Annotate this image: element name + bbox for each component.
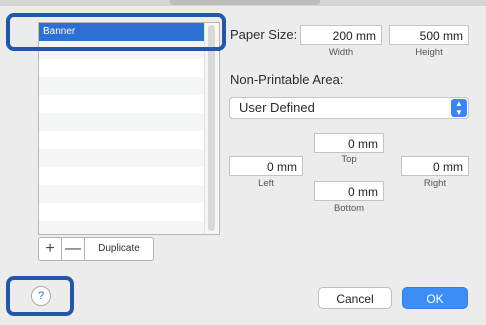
top-margin-field[interactable]: 0 mm [314,133,384,153]
list-item[interactable] [39,221,219,234]
bottom-margin-field[interactable]: 0 mm [314,181,384,201]
non-printable-area-value: User Defined [239,100,315,115]
paper-size-list[interactable]: Banner [38,22,220,235]
list-item[interactable] [39,185,219,203]
highlight-callout-help [6,276,74,316]
scrollbar-thumb[interactable] [208,25,215,231]
highlight-callout-list [6,13,226,51]
list-item[interactable] [39,167,219,185]
list-item[interactable] [39,203,219,221]
list-item[interactable] [39,131,219,149]
list-scrollbar[interactable] [204,23,219,234]
paper-width-label: Width [328,47,354,58]
list-item[interactable] [39,95,219,113]
window-top-edge [0,0,486,6]
add-size-button[interactable]: + [39,238,62,260]
list-item[interactable] [39,59,219,77]
left-margin-label: Left [258,178,274,189]
list-item[interactable] [39,113,219,131]
non-printable-area-select[interactable]: User Defined ▲ ▼ [229,97,469,119]
cancel-button[interactable]: Cancel [318,287,392,309]
top-margin-label: Top [341,154,357,165]
paper-height-label: Height [415,47,443,58]
left-margin-field[interactable]: 0 mm [229,156,303,176]
bottom-margin-label: Bottom [333,203,365,214]
list-item[interactable] [39,77,219,95]
custom-paper-sizes-dialog: Banner + — Duplicate Paper Size: 200 mm … [0,0,486,325]
up-down-chevron-icon: ▲ ▼ [451,99,467,117]
paper-height-field[interactable]: 500 mm [389,25,469,45]
right-margin-label: Right [423,178,447,189]
list-actions: + — Duplicate [38,237,154,261]
right-margin-field[interactable]: 0 mm [401,156,469,176]
remove-size-button[interactable]: — [62,238,85,260]
list-item[interactable] [39,149,219,167]
paper-size-label: Paper Size: [230,27,298,42]
paper-width-field[interactable]: 200 mm [300,25,382,45]
ok-button[interactable]: OK [402,287,468,309]
non-printable-area-label: Non-Printable Area: [230,72,344,87]
duplicate-button[interactable]: Duplicate [85,238,153,260]
